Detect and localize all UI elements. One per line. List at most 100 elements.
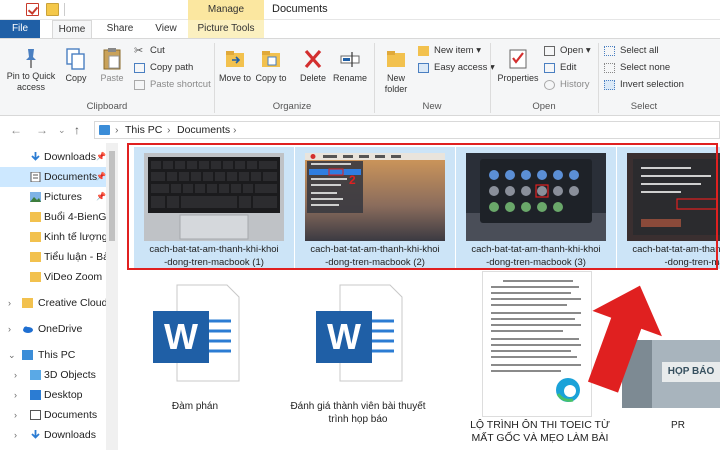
properties-icon [509,49,527,69]
file-name-line: PR [671,420,685,431]
up-arrow-icon[interactable]: ↑ [74,123,80,137]
back-arrow-icon[interactable]: ← [10,123,22,137]
text-line [491,324,581,326]
expand-chevron-icon[interactable]: ⌄ [8,345,16,365]
breadcrumb-this-pc[interactable]: This PC [125,124,162,136]
expand-chevron-icon[interactable]: › [8,319,11,339]
nav-item-folder[interactable]: Tiểu luận - Bả [0,247,118,267]
copy-path-button[interactable]: Copy path [134,61,193,75]
address-bar[interactable]: › This PC › Documents › [94,121,720,139]
pictures-icon [30,192,41,202]
document-thumbnail[interactable] [482,271,592,417]
expand-chevron-icon[interactable]: › [8,293,11,313]
copy-button[interactable]: Copy [60,47,92,84]
nav-label: Creative Cloud [38,297,108,309]
nav-item-documents[interactable]: Documents 📌 [0,167,118,187]
tab-file[interactable]: File [0,20,40,38]
cut-button[interactable]: ✂ Cut [134,44,165,58]
nav-item-folder[interactable]: ViDeo Zoom [0,267,118,287]
folder-icon [30,272,41,282]
tab-manage[interactable]: Manage [188,0,264,20]
group-separator [490,43,491,113]
text-line [503,280,573,282]
nav-item-folder[interactable]: Buổi 4-BienG [0,207,118,227]
nav-item-3d-objects[interactable]: › 3D Objects [0,365,118,385]
nav-item-this-pc[interactable]: ⌄ This PC [0,345,118,365]
file-item[interactable]: LỘ TRÌNH ÔN THI TOEIC TỪ MẤT GỐC VÀ MẸO L… [460,419,620,445]
delete-button[interactable]: Delete [296,47,330,84]
computer-icon [22,350,33,360]
file-item[interactable]: W Đánh giá thành viên bài thuyết trình họ… [278,281,438,426]
nav-item-onedrive[interactable]: › OneDrive [0,319,118,339]
red-arrow-icon [587,285,662,393]
forward-arrow-icon[interactable]: → [36,123,48,137]
move-folder-icon [226,51,244,67]
move-to-button[interactable]: Move to [218,47,252,84]
text-line [491,298,581,300]
select-none-button[interactable]: Select none [604,61,670,75]
tab-home[interactable]: Home [52,20,92,38]
file-name-line: MẤT GỐC VÀ MẸO LÀM BÀI [471,432,609,444]
download-arrow-icon [31,152,40,161]
nav-label: 3D Objects [44,369,96,381]
properties-button[interactable]: Properties [494,47,542,84]
scrollbar-thumb[interactable] [109,151,115,241]
nav-label: Buổi 4-BienG [44,211,107,223]
svg-text:W: W [164,316,198,357]
nav-item-downloads[interactable]: › Downloads [0,425,118,445]
pr-badge-text: HỌP BÁO [662,362,720,382]
new-item-button[interactable]: New item ▾ [418,44,481,58]
copy-icon [66,48,85,70]
properties-quick-icon[interactable] [26,3,39,16]
nav-label: Downloads [44,151,96,163]
svg-text:W: W [327,316,361,357]
expand-chevron-icon[interactable]: › [14,365,17,385]
new-folder-quick-icon[interactable] [46,3,59,16]
select-all-icon [604,46,615,56]
expand-chevron-icon[interactable]: › [14,385,17,405]
open-button[interactable]: Open ▾ [544,44,591,58]
pin-quick-access-button[interactable]: Pin to Quick access [4,47,58,93]
history-label: History [560,79,590,90]
select-all-button[interactable]: Select all [604,44,659,58]
tab-picture-tools[interactable]: Picture Tools [188,20,264,38]
file-item[interactable]: PR [648,419,708,432]
invert-selection-button[interactable]: Invert selection [604,78,684,92]
nav-item-downloads[interactable]: Downloads 📌 [0,147,118,167]
paste-shortcut-button[interactable]: Paste shortcut [134,78,211,92]
new-folder-button[interactable]: New folder [378,47,414,95]
paste-icon [103,48,121,70]
tab-share[interactable]: Share [100,20,140,38]
rename-button[interactable]: Rename [330,47,370,84]
file-name-line: LỘ TRÌNH ÔN THI TOEIC TỪ [470,419,610,431]
expand-chevron-icon[interactable]: › [14,405,17,425]
edit-button[interactable]: Edit [544,61,576,75]
expand-chevron-icon[interactable]: › [14,425,17,445]
nav-item-folder[interactable]: Kinh tế lượng [0,227,118,247]
organize-group-label: Organize [272,101,312,112]
nav-scrollbar[interactable] [106,143,118,450]
nav-item-pictures[interactable]: Pictures 📌 [0,187,118,207]
history-button[interactable]: History [544,78,590,92]
copy-to-button[interactable]: Copy to [254,47,288,84]
clipboard-group-label: Clipboard [86,101,128,112]
breadcrumb-documents[interactable]: Documents [177,124,230,136]
copy-path-label: Copy path [150,62,194,73]
history-icon [544,80,555,90]
invert-selection-icon [604,80,615,90]
pin-icon: 📌 [96,152,106,161]
tab-view[interactable]: View [146,20,186,38]
easy-access-button[interactable]: Easy access ▾ [418,61,495,75]
edge-logo-icon [556,378,580,402]
file-name: PR [648,419,708,432]
nav-item-desktop[interactable]: › Desktop [0,385,118,405]
nav-label: Tiểu luận - Bả [44,251,109,263]
nav-item-documents[interactable]: › Documents [0,405,118,425]
new-folder-icon [387,51,405,67]
recent-chevron-icon[interactable]: ⌄ [58,125,66,136]
move-to-label: Move to [218,73,251,83]
text-line [491,364,581,366]
paste-button[interactable]: Paste [96,47,128,84]
nav-item-creative-cloud[interactable]: › Creative Cloud [0,293,118,313]
file-item[interactable]: W Đàm phán [120,281,270,413]
